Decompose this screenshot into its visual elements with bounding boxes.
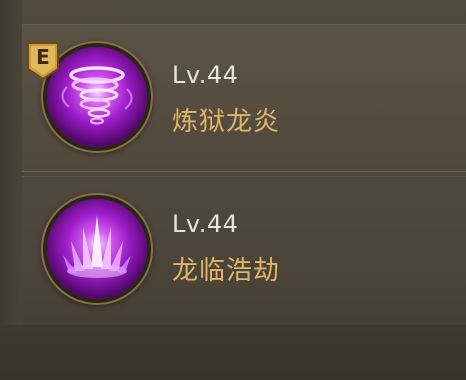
purple-crystal-burst-icon[interactable] — [47, 199, 147, 299]
skill-name: 炼狱龙炎 — [172, 107, 281, 137]
vortex-glyph — [61, 66, 133, 125]
crystal-burst-glyph — [63, 215, 131, 278]
skill-list-panel: E Lv.44 炼狱龙炎 Lv.44 龙临浩劫 — [0, 0, 466, 380]
panel-bottom-strip — [0, 325, 466, 380]
skill-level: Lv.44 — [172, 61, 239, 89]
skill-row-1[interactable]: E Lv.44 炼狱龙炎 — [22, 24, 466, 172]
panel-left-edge — [0, 0, 22, 380]
skill-level: Lv.44 — [172, 210, 239, 238]
grade-letter: E — [36, 45, 50, 69]
grade-badge: E — [26, 41, 60, 81]
purple-vortex-icon[interactable] — [47, 47, 147, 147]
skill-row-2[interactable]: Lv.44 龙临浩劫 — [22, 176, 466, 325]
skill-name: 龙临浩劫 — [172, 256, 281, 286]
